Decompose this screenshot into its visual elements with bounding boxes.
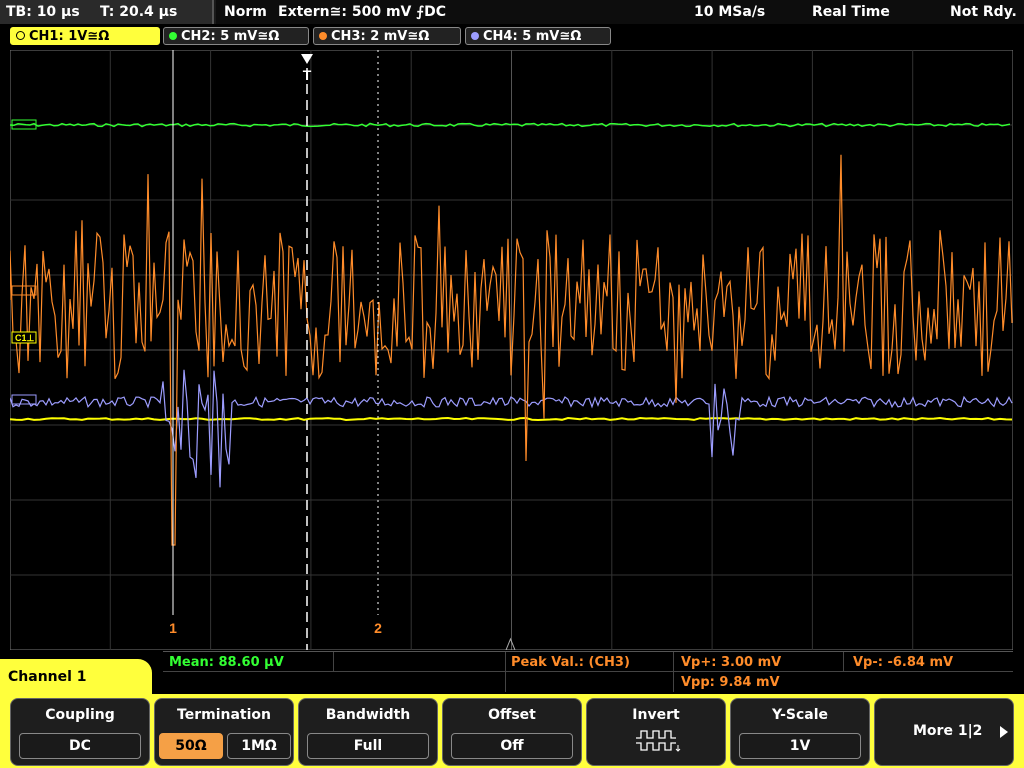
offset-softkey[interactable]: Offset Off	[442, 698, 582, 766]
y-scale-softkey[interactable]: Y-Scale 1V	[730, 698, 870, 766]
coupling-value: DC	[19, 733, 141, 759]
more-softkey[interactable]: More 1|2	[874, 698, 1014, 766]
ch4-indicator-icon	[471, 32, 479, 40]
y-scale-value: 1V	[739, 733, 861, 759]
ch1-indicator-icon	[16, 31, 25, 40]
menu-title: Channel 1	[8, 669, 87, 685]
bandwidth-value: Full	[307, 733, 429, 759]
ch2-tab-label: CH2: 5 mV≅Ω	[181, 29, 280, 44]
more-title: More 1|2	[913, 723, 983, 739]
ch1-tab-label: CH1: 1V≅Ω	[29, 29, 110, 44]
menu-title-tab: Channel 1	[0, 659, 152, 695]
channel-tab-ch1[interactable]: CH1: 1V≅Ω	[10, 27, 160, 45]
invert-title: Invert	[632, 707, 680, 723]
vpp-value: Vpp: 9.84 mV	[681, 675, 780, 690]
timebase-value: TB: 10 µs	[6, 4, 80, 20]
termination-title: Termination	[177, 707, 271, 723]
trigger-source[interactable]: Extern≅: 500 mV ⨍DC	[278, 4, 446, 20]
trigger-label: T	[303, 67, 312, 83]
termination-softkey[interactable]: Termination 50Ω 1MΩ	[154, 698, 294, 766]
channel-tabs: CH1: 1V≅Ω CH2: 5 mV≅Ω CH3: 2 mV≅Ω CH4: 5…	[0, 25, 1024, 49]
bandwidth-title: Bandwidth	[325, 707, 411, 723]
top-status-bar: TB: 10 µs T: 20.4 µs Norm Extern≅: 500 m…	[0, 0, 1024, 24]
invert-waveform-icon	[636, 730, 681, 752]
coupling-title: Coupling	[45, 707, 115, 723]
ch1-reference-label: C1⊥	[15, 333, 35, 343]
mean-measurement: Mean: 88.60 µV	[169, 655, 284, 670]
cursor-1-label: 1	[169, 620, 177, 636]
offset-value: Off	[451, 733, 573, 759]
more-arrow-icon	[1000, 726, 1008, 738]
ch4-tab-label: CH4: 5 mV≅Ω	[483, 29, 582, 44]
vp-minus-value: Vp-: -6.84 mV	[853, 655, 954, 670]
acquisition-status: Not Rdy.	[950, 4, 1017, 20]
coupling-softkey[interactable]: Coupling DC	[10, 698, 150, 766]
channel-tab-ch2[interactable]: CH2: 5 mV≅Ω	[163, 27, 309, 45]
offset-title: Offset	[488, 707, 536, 723]
ch2-indicator-icon	[169, 32, 177, 40]
channel-tab-ch3[interactable]: CH3: 2 mV≅Ω	[313, 27, 461, 45]
cursor-2-label: 2	[374, 620, 382, 636]
acquisition-mode: Real Time	[812, 4, 890, 20]
trigger-position-value: T: 20.4 µs	[100, 4, 178, 20]
measurement-panel[interactable]: Mean: 88.60 µV Peak Val.: (CH3) Vp+: 3.0…	[163, 651, 1013, 692]
termination-1-mohm-option[interactable]: 1MΩ	[227, 733, 291, 759]
waveform-display[interactable]: T 1 2 C1⊥	[10, 50, 1013, 650]
bandwidth-softkey[interactable]: Bandwidth Full	[298, 698, 438, 766]
acquisition-header: Norm Extern≅: 500 mV ⨍DC 10 MSa/s Real T…	[216, 0, 1024, 24]
sample-rate: 10 MSa/s	[694, 4, 766, 20]
channel-tab-ch4[interactable]: CH4: 5 mV≅Ω	[465, 27, 611, 45]
invert-softkey[interactable]: Invert	[586, 698, 726, 766]
trigger-mode[interactable]: Norm	[224, 4, 267, 20]
vp-plus-value: Vp+: 3.00 mV	[681, 655, 782, 670]
ch3-indicator-icon	[319, 32, 327, 40]
termination-50-ohm-option[interactable]: 50Ω	[159, 733, 223, 759]
y-scale-title: Y-Scale	[771, 707, 828, 723]
peak-measurement-title: Peak Val.: (CH3)	[511, 655, 630, 670]
timebase-box[interactable]: TB: 10 µs T: 20.4 µs	[0, 0, 214, 24]
ch3-tab-label: CH3: 2 mV≅Ω	[331, 29, 430, 44]
